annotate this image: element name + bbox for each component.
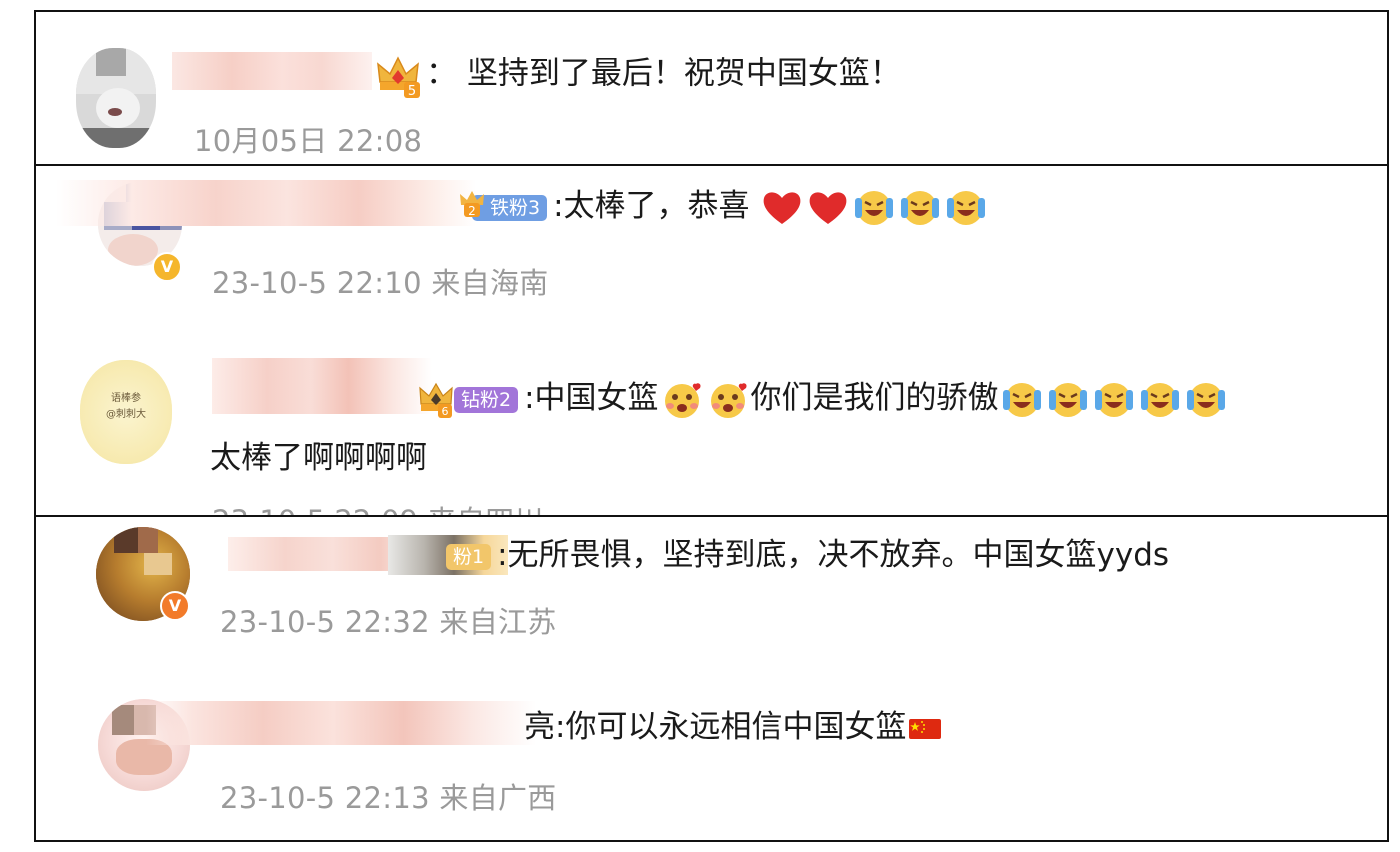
username-redacted[interactable] [172, 52, 372, 90]
heart-emoji-icon [810, 191, 847, 224]
fan-badge-label: 铁粉3 [490, 196, 541, 219]
fan-badge[interactable]: 钻粉2 [454, 386, 519, 413]
comment-text: :中国女篮 [524, 380, 659, 416]
avatar[interactable] [76, 48, 156, 148]
china-flag-emoji-icon [909, 718, 942, 739]
crying-laughing-emoji-icon [901, 190, 940, 225]
avatar-text: @刺刺大 [106, 409, 146, 420]
heart-emoji-icon [764, 191, 801, 224]
fan-badge-label: 钻粉2 [461, 388, 512, 411]
crying-laughing-emoji-icon [855, 190, 894, 225]
comment-line: 2 铁粉3 :太棒了，恭喜 [460, 186, 989, 228]
fan-badge[interactable]: 粉1 [446, 543, 492, 570]
comment-card: 5 ： 坚持到了最后！祝贺中国女篮！ 10月05日 22:08 [34, 10, 1389, 166]
vip-crown-icon: 6 [419, 382, 453, 418]
fan-badge[interactable]: 2 铁粉3 [460, 190, 548, 221]
kissing-emoji-icon [710, 382, 747, 418]
avatar[interactable]: 语棒参 @刺刺大 [80, 360, 172, 464]
comment-line: 5 ： 坚持到了最后！祝贺中国女篮！ [376, 52, 901, 98]
comment-text: :无所畏惧，坚持到底，决不放弃。中国女篮yyds [497, 537, 1170, 573]
fan-level-crown-icon: 2 [460, 190, 484, 218]
comment-text: :太棒了，恭喜 [553, 188, 750, 224]
timestamp: 23-10-5 22:13 来自广西 [220, 781, 557, 815]
comment-line: 亮:你可以永远相信中国女篮 [524, 707, 942, 747]
kissing-emoji-icon [664, 382, 701, 418]
fan-badge-label: 粉1 [453, 545, 485, 568]
comment-card: V 2 铁粉3 :太棒了，恭喜 23-10-5 22:10 来自海南 语棒参 @… [34, 164, 1389, 518]
crying-laughing-emoji-icon [1094, 382, 1133, 417]
svg-text:2: 2 [468, 204, 476, 218]
username-tail[interactable]: 亮 [524, 709, 555, 745]
avatar-text: 语棒参 [111, 393, 141, 404]
vip-crown-icon: 5 [377, 56, 420, 98]
comment-text: :你可以永远相信中国女篮 [555, 709, 907, 745]
crying-laughing-emoji-icon [1186, 382, 1225, 417]
username-redacted[interactable] [146, 701, 536, 745]
crying-laughing-emoji-icon [1002, 382, 1041, 417]
crying-laughing-emoji-icon [947, 190, 986, 225]
comment-card: V 粉1 :无所畏惧，坚持到底，决不放弃。中国女篮yyds 23-10-5 22:… [34, 515, 1389, 842]
comment-text: ： 坚持到了最后！祝贺中国女篮！ [426, 55, 901, 92]
username-redacted[interactable] [56, 180, 476, 226]
timestamp: 10月05日 22:08 [194, 124, 423, 158]
comment-text: 你们是我们的骄傲 [750, 380, 999, 416]
crying-laughing-emoji-icon [1048, 382, 1087, 417]
svg-text:5: 5 [408, 84, 416, 98]
comment-line: 粉1 :无所畏惧，坚持到底，决不放弃。中国女篮yyds [446, 535, 1169, 575]
verified-badge-icon: V [152, 252, 182, 282]
comment-text-line2: 太棒了啊啊啊啊 [210, 440, 427, 476]
svg-text:6: 6 [442, 405, 449, 418]
verified-badge-icon: V [160, 591, 190, 621]
crying-laughing-emoji-icon [1140, 382, 1179, 417]
timestamp: 23-10-5 22:32 来自江苏 [220, 605, 557, 639]
comment-line: 6 钻粉2 :中国女篮 你们是我们的骄傲 [418, 378, 1229, 420]
timestamp: 23-10-5 22:10 来自海南 [212, 266, 549, 300]
username-redacted[interactable] [212, 358, 432, 414]
